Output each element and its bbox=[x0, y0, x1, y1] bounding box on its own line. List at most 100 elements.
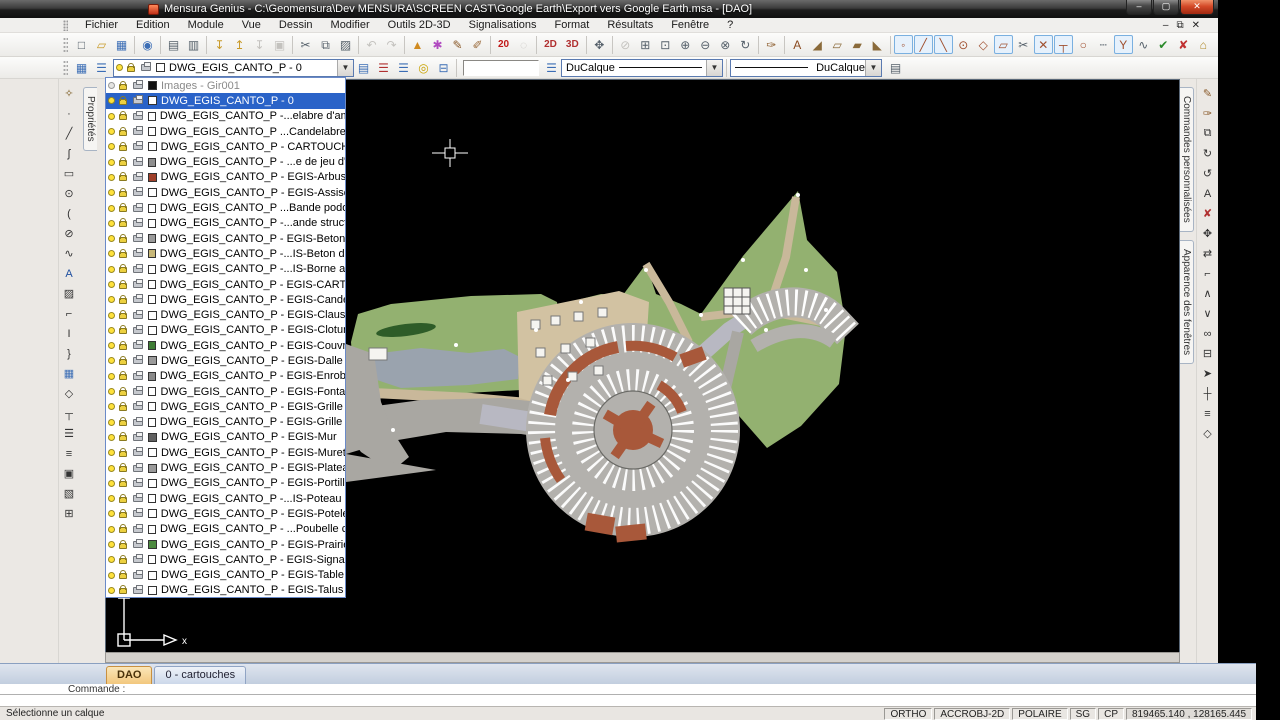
layer-lock-icon[interactable] bbox=[119, 248, 127, 258]
layer-print-icon[interactable] bbox=[133, 171, 143, 181]
layer-visibility-icon[interactable] bbox=[108, 495, 115, 503]
close-button[interactable]: ✕ bbox=[1180, 0, 1214, 15]
snap-wave-icon[interactable]: ∿ bbox=[1134, 35, 1153, 54]
layer-row[interactable]: DWG_EGIS_CANTO_P - EGIS-Cloture bbox=[106, 323, 345, 338]
lineweight-dropdown-arrow[interactable]: ▼ bbox=[865, 59, 881, 76]
snap-extremity-icon[interactable]: ╲ bbox=[933, 35, 953, 54]
layer-visibility-icon[interactable] bbox=[108, 433, 115, 441]
layer-print-icon[interactable] bbox=[133, 477, 143, 487]
layer-lock-icon[interactable] bbox=[119, 233, 127, 243]
zoom-out-icon[interactable]: ⊖ bbox=[696, 35, 715, 54]
layer-visibility-icon[interactable] bbox=[108, 143, 115, 151]
layer-visibility-icon[interactable] bbox=[108, 556, 115, 564]
layer-row[interactable]: DWG_EGIS_CANTO_P - EGIS-Prairie bbox=[106, 537, 345, 552]
draw-circle-icon[interactable]: ⊙ bbox=[61, 185, 78, 202]
layer-visibility-icon[interactable] bbox=[108, 464, 115, 472]
layer-lock-icon[interactable] bbox=[119, 80, 127, 90]
layer-lock-icon[interactable] bbox=[119, 157, 127, 167]
draw-surface-icon[interactable]: ▰ bbox=[848, 35, 867, 54]
layer-lock-icon[interactable] bbox=[119, 126, 127, 136]
rotate-copy-icon[interactable]: ↺ bbox=[1199, 165, 1216, 182]
signal-cone-icon[interactable]: ▲ bbox=[408, 35, 427, 54]
menu-item-signalisations[interactable]: Signalisations bbox=[460, 19, 546, 31]
layer-combo-dropdown-arrow[interactable]: ▼ bbox=[337, 59, 353, 76]
menu-item--[interactable]: ? bbox=[718, 19, 742, 31]
move-icon[interactable]: ✥ bbox=[1199, 225, 1216, 242]
menu-item-fen-tre[interactable]: Fenêtre bbox=[662, 19, 718, 31]
draw-profile-icon[interactable]: ◣ bbox=[868, 35, 887, 54]
layer-lock-icon[interactable] bbox=[119, 264, 127, 274]
draw-ellipse-icon[interactable]: ⊘ bbox=[61, 225, 78, 242]
layer-row[interactable]: DWG_EGIS_CANTO_P - EGIS-Mur bbox=[106, 430, 345, 445]
draw-slope-icon[interactable]: ◢ bbox=[808, 35, 827, 54]
layer-row[interactable]: DWG_EGIS_CANTO_P - ...Poubelle collectif bbox=[106, 522, 345, 537]
paste-icon[interactable]: ▨ bbox=[336, 35, 355, 54]
draw-leader-icon[interactable]: } bbox=[61, 345, 78, 362]
zoom-extents-icon[interactable]: ↻ bbox=[736, 35, 755, 54]
print-preview-icon[interactable]: ▥ bbox=[184, 35, 203, 54]
status-field-sg[interactable]: SG bbox=[1069, 707, 1097, 720]
draw-corner-icon[interactable]: ⌐ bbox=[61, 305, 78, 322]
layer-visibility-icon[interactable] bbox=[108, 235, 115, 243]
layer-visibility-icon[interactable] bbox=[108, 82, 115, 90]
layer-lock-icon[interactable] bbox=[119, 141, 127, 151]
menu-item-edition[interactable]: Edition bbox=[127, 19, 179, 31]
layer-visibility-icon[interactable] bbox=[108, 479, 115, 487]
menu-drag-handle[interactable] bbox=[63, 19, 68, 31]
layer-print-icon[interactable] bbox=[133, 233, 143, 243]
snap-quadrant-icon[interactable]: ◇ bbox=[974, 35, 993, 54]
layer-print-icon[interactable] bbox=[133, 584, 143, 594]
status-field-polaire[interactable]: POLAIRE bbox=[1012, 707, 1068, 720]
layer-lock-icon[interactable] bbox=[119, 218, 127, 228]
linetype-dropdown-arrow[interactable]: ▼ bbox=[706, 59, 722, 76]
layer-lock-icon[interactable] bbox=[119, 539, 127, 549]
layer-print-icon[interactable] bbox=[133, 294, 143, 304]
layer-print-icon[interactable] bbox=[133, 462, 143, 472]
layer-lock-icon[interactable] bbox=[119, 355, 127, 365]
layer-row[interactable]: DWG_EGIS_CANTO_P -...IS-Poteau pergolat bbox=[106, 491, 345, 506]
layer-print-icon[interactable] bbox=[133, 248, 143, 258]
layer-lock-icon[interactable] bbox=[119, 401, 127, 411]
child-restore-button[interactable]: ⧉ bbox=[1176, 19, 1183, 32]
layer-print-icon[interactable] bbox=[133, 141, 143, 151]
doc-tab-dao[interactable]: DAO bbox=[106, 666, 153, 684]
layer-lock-icon[interactable] bbox=[119, 478, 127, 488]
open-folder-icon[interactable]: ▱ bbox=[92, 35, 111, 54]
layer-print-icon[interactable] bbox=[133, 416, 143, 426]
layer-row[interactable]: DWG_EGIS_CANTO_P - EGIS-Plateau bbox=[106, 460, 345, 475]
style-brush-icon[interactable]: ✐ bbox=[468, 35, 487, 54]
export-file-icon[interactable]: ↥ bbox=[230, 35, 249, 54]
menu-item-format[interactable]: Format bbox=[546, 19, 599, 31]
layer-visibility-icon[interactable] bbox=[108, 342, 115, 350]
current-color-field[interactable] bbox=[463, 59, 539, 76]
layer-visibility-icon[interactable] bbox=[108, 571, 115, 579]
window-settings-icon[interactable]: ▦ bbox=[72, 58, 91, 77]
layer-print-icon[interactable] bbox=[133, 523, 143, 533]
scale-label-icon[interactable]: 20 bbox=[494, 35, 513, 54]
layer-visibility-icon[interactable] bbox=[108, 586, 115, 594]
layer-row[interactable]: DWG_EGIS_CANTO_P - CARTOUCHE bbox=[106, 139, 345, 154]
layer-visibility-icon[interactable] bbox=[108, 449, 115, 457]
zoom-object-icon[interactable]: ⊡ bbox=[656, 35, 675, 54]
status-field-cp[interactable]: CP bbox=[1098, 707, 1124, 720]
layer-row[interactable]: DWG_EGIS_CANTO_P - EGIS-Enrobe voirie bbox=[106, 369, 345, 384]
layer-print-icon[interactable] bbox=[133, 126, 143, 136]
layer-print-icon[interactable] bbox=[133, 493, 143, 503]
layer-row[interactable]: DWG_EGIS_CANTO_P - EGIS-Dalle bbox=[106, 353, 345, 368]
erase-icon[interactable]: ✘ bbox=[1199, 205, 1216, 222]
layer-row[interactable]: DWG_EGIS_CANTO_P -...IS-Borne amovible bbox=[106, 262, 345, 277]
layer-print-icon[interactable] bbox=[133, 95, 143, 105]
mode-2d-icon[interactable]: 2D bbox=[540, 35, 561, 54]
lineweight-combobox[interactable]: DuCalque ▼ bbox=[730, 58, 882, 77]
layer-freeze-icon[interactable]: ▤ bbox=[354, 58, 373, 77]
layer-lock-icon[interactable] bbox=[119, 554, 127, 564]
display-order-icon[interactable]: ⊟ bbox=[1199, 345, 1216, 362]
toolbar-drag-handle[interactable] bbox=[63, 36, 68, 53]
layer-row[interactable]: DWG_EGIS_CANTO_P - ...e de jeu d'enfants bbox=[106, 154, 345, 169]
align-icon[interactable]: ≡ bbox=[1199, 405, 1216, 422]
layer-visibility-icon[interactable] bbox=[108, 357, 115, 365]
snap-roof-icon[interactable]: ⌂ bbox=[1194, 35, 1213, 54]
draw-wand-icon[interactable]: ✧ bbox=[61, 85, 78, 102]
apply-on-icon[interactable]: ✔ bbox=[1154, 35, 1173, 54]
layer-visibility-icon[interactable] bbox=[108, 250, 115, 258]
